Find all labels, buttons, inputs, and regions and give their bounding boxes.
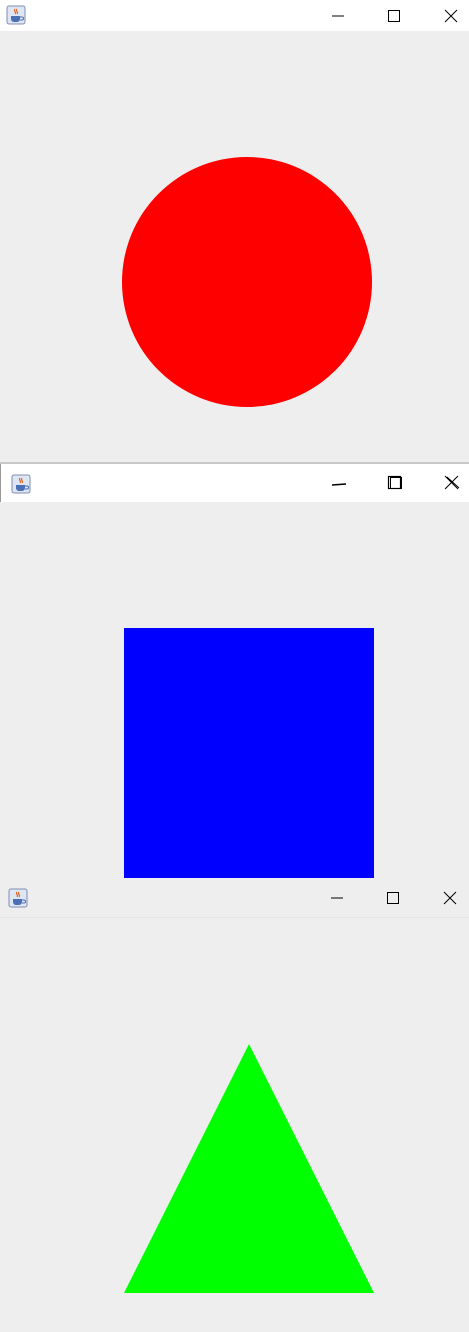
java-coffee-cup-icon[interactable] xyxy=(8,888,28,908)
close-button[interactable] xyxy=(431,0,469,31)
minimize-icon xyxy=(331,483,347,486)
close-icon xyxy=(444,9,458,22)
title-bar[interactable] xyxy=(0,464,469,502)
close-icon xyxy=(444,475,460,490)
blue-square xyxy=(124,628,374,878)
maximize-icon xyxy=(387,892,399,904)
canvas xyxy=(0,31,469,462)
minimize-button[interactable] xyxy=(318,0,358,31)
canvas xyxy=(0,918,469,1332)
window-circle xyxy=(0,0,469,462)
maximize-button[interactable] xyxy=(374,0,414,31)
maximize-button[interactable] xyxy=(375,464,415,502)
red-circle xyxy=(122,157,372,407)
maximize-icon xyxy=(387,475,402,490)
window-stack xyxy=(0,0,469,1332)
minimize-icon xyxy=(332,15,344,16)
green-triangle xyxy=(124,1044,374,1293)
window-triangle xyxy=(0,878,469,1332)
title-bar[interactable] xyxy=(0,0,469,31)
window-square xyxy=(0,462,469,878)
canvas xyxy=(0,502,469,878)
minimize-button[interactable] xyxy=(317,878,357,918)
title-bar[interactable] xyxy=(0,878,469,918)
maximize-icon xyxy=(388,9,400,22)
close-button[interactable] xyxy=(430,878,469,918)
java-coffee-cup-icon[interactable] xyxy=(11,474,31,494)
close-button[interactable] xyxy=(432,464,469,502)
triangle-canvas xyxy=(124,1044,374,1293)
close-icon xyxy=(443,891,457,905)
minimize-button[interactable] xyxy=(319,464,359,502)
java-coffee-cup-icon[interactable] xyxy=(6,5,26,25)
maximize-button[interactable] xyxy=(373,878,413,918)
minimize-icon xyxy=(331,897,343,899)
